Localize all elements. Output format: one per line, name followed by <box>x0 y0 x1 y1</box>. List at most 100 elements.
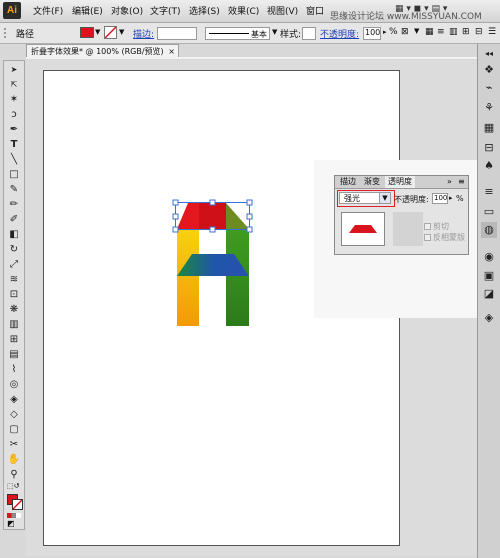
collapse-dock-icon[interactable]: ◂◂ <box>481 46 497 62</box>
rectangle-tool-icon[interactable]: □ <box>6 168 22 182</box>
type-tool-icon[interactable]: T <box>6 138 22 152</box>
selection-handle[interactable] <box>172 199 179 206</box>
fill-swatch[interactable] <box>80 27 94 38</box>
artboard-tool-icon[interactable]: ▢ <box>6 423 22 437</box>
chevron-right-icon[interactable]: ▸ <box>383 28 387 36</box>
recolor-icon[interactable]: ⊠ <box>401 27 409 37</box>
align-icon[interactable]: ▦ <box>425 27 434 37</box>
chevron-down-icon[interactable]: ▼ <box>119 28 124 36</box>
color-mode-buttons[interactable] <box>7 513 21 518</box>
live-paint-bucket-tool-icon[interactable]: ◈ <box>6 393 22 407</box>
slice-tool-icon[interactable]: ✂ <box>6 438 22 452</box>
opacity-input[interactable]: 100 <box>363 27 381 40</box>
selection-handle[interactable] <box>246 213 253 220</box>
pen-tool-icon[interactable]: ✒ <box>6 123 22 137</box>
eraser-tool-icon[interactable]: ◧ <box>6 228 22 242</box>
menu-object[interactable]: 对象(O) <box>111 4 143 17</box>
tab-transparency[interactable]: 透明度 <box>385 176 415 188</box>
chevron-right-icon[interactable]: ▸ <box>449 194 453 202</box>
color-guide-icon[interactable]: ❖ <box>481 62 497 78</box>
scale-tool-icon[interactable]: ⤢ <box>6 258 22 272</box>
stroke-icon[interactable]: ≡ <box>481 184 497 200</box>
appearance-icon[interactable]: ◉ <box>481 249 497 265</box>
symbols-icon[interactable]: ♠ <box>481 158 497 174</box>
panel-dock: ◂◂ ❖ ⌁ ⚘ ▦ ⊟ ♠ ≡ ▭ ◍ ◉ ▣ ◪ ◈ <box>477 44 500 558</box>
menu-effect[interactable]: 效果(C) <box>228 4 259 17</box>
chevron-down-icon[interactable]: ▼ <box>95 28 100 36</box>
layers-icon[interactable]: ◈ <box>481 310 497 326</box>
pencil-tool-icon[interactable]: ✏ <box>6 198 22 212</box>
stroke-panel-icon[interactable]: ⊟ <box>481 140 497 156</box>
menu-window[interactable]: 窗口 <box>306 4 324 17</box>
brushes-icon[interactable]: ⚘ <box>481 100 497 116</box>
lasso-tool-icon[interactable]: ↄ <box>6 108 22 122</box>
free-transform-tool-icon[interactable]: ⊡ <box>6 288 22 302</box>
column-graph-tool-icon[interactable]: ▥ <box>6 318 22 332</box>
invert-mask-checkbox[interactable] <box>424 234 431 241</box>
menu-type[interactable]: 文字(T) <box>150 4 181 17</box>
chevron-down-icon[interactable]: ▼ <box>414 27 419 35</box>
artboards-icon[interactable]: ◪ <box>481 286 497 302</box>
stroke-color-swatch[interactable] <box>12 499 23 510</box>
line-tool-icon[interactable]: ╲ <box>6 153 22 167</box>
drawing-mode-icon[interactable]: ◩ <box>7 520 21 528</box>
stroke-swatch[interactable] <box>104 26 117 39</box>
symbol-sprayer-tool-icon[interactable]: ❋ <box>6 303 22 317</box>
align-center-icon[interactable]: ≡ <box>437 27 445 37</box>
swap-colors-icon[interactable]: ⬚↺ <box>7 482 19 490</box>
selection-handle[interactable] <box>246 226 253 233</box>
selection-handle[interactable] <box>209 226 216 233</box>
mesh-tool-icon[interactable]: ⊞ <box>6 333 22 347</box>
graphic-styles-icon[interactable]: ▣ <box>481 268 497 284</box>
graphic-style-swatch[interactable] <box>302 27 316 40</box>
chevron-down-icon[interactable]: ▼ <box>272 28 277 36</box>
hand-tool-icon[interactable]: ✋ <box>6 453 22 467</box>
warp-tool-icon[interactable]: ≋ <box>6 273 22 287</box>
rotate-tool-icon[interactable]: ↻ <box>6 243 22 257</box>
document-tab[interactable]: 折叠字体效果* @ 100% (RGB/预览) × <box>26 44 179 58</box>
align-right-icon[interactable]: ▥ <box>449 27 458 37</box>
menu-view[interactable]: 视图(V) <box>267 4 298 17</box>
right-leg <box>226 229 249 326</box>
opacity-link[interactable]: 不透明度: <box>320 27 359 40</box>
gradient-tool-icon[interactable]: ▤ <box>6 348 22 362</box>
object-type-label: 路径 <box>16 30 35 40</box>
direct-selection-tool-icon[interactable]: ⇱ <box>6 78 22 92</box>
blend-tool-icon[interactable]: ◎ <box>6 378 22 392</box>
object-thumbnail[interactable] <box>341 212 385 246</box>
magic-wand-tool-icon[interactable]: ✶ <box>6 93 22 107</box>
zoom-tool-icon[interactable]: ⚲ <box>6 468 22 482</box>
clip-checkbox[interactable] <box>424 223 431 230</box>
menu-file[interactable]: 文件(F) <box>33 4 63 17</box>
menu-edit[interactable]: 编辑(E) <box>72 4 103 17</box>
gradient-icon[interactable]: ▭ <box>481 204 497 220</box>
tab-gradient[interactable]: 渐变 <box>361 176 383 188</box>
stroke-weight-input[interactable] <box>157 27 197 40</box>
transparency-icon[interactable]: ◍ <box>481 222 497 238</box>
chevron-down-icon[interactable]: ▼ <box>379 193 390 203</box>
tab-stroke[interactable]: 描边 <box>337 176 359 188</box>
selection-handle[interactable] <box>172 213 179 220</box>
distribute-icon[interactable]: ⊞ <box>462 27 470 37</box>
stroke-profile-dropdown[interactable]: 基本 <box>205 27 270 40</box>
blob-brush-tool-icon[interactable]: ✐ <box>6 213 22 227</box>
paintbrush-tool-icon[interactable]: ✎ <box>6 183 22 197</box>
opacity-input[interactable]: 100 <box>432 193 448 204</box>
selection-handle[interactable] <box>209 199 216 206</box>
mask-thumbnail[interactable] <box>393 212 423 246</box>
stroke-link[interactable]: 描边: <box>133 27 154 40</box>
transform-icon[interactable]: ⊟ <box>475 27 483 37</box>
panel-menu-icon[interactable]: ≡ <box>458 177 465 186</box>
swatches-icon[interactable]: ⌁ <box>481 80 497 96</box>
swatches-grid-icon[interactable]: ▦ <box>481 120 497 136</box>
blend-mode-dropdown[interactable]: 强光 ▼ <box>339 192 391 204</box>
collapse-icon[interactable]: » <box>447 177 452 186</box>
eyedropper-tool-icon[interactable]: ⌇ <box>6 363 22 377</box>
selection-tool-icon[interactable]: ➤ <box>6 63 22 77</box>
panel-menu-icon[interactable]: ☰ <box>488 27 496 37</box>
menu-select[interactable]: 选择(S) <box>189 4 220 17</box>
live-paint-selection-tool-icon[interactable]: ◇ <box>6 408 22 422</box>
folded-letter-a-artwork[interactable] <box>170 196 256 328</box>
selection-handle[interactable] <box>246 199 253 206</box>
selection-handle[interactable] <box>172 226 179 233</box>
